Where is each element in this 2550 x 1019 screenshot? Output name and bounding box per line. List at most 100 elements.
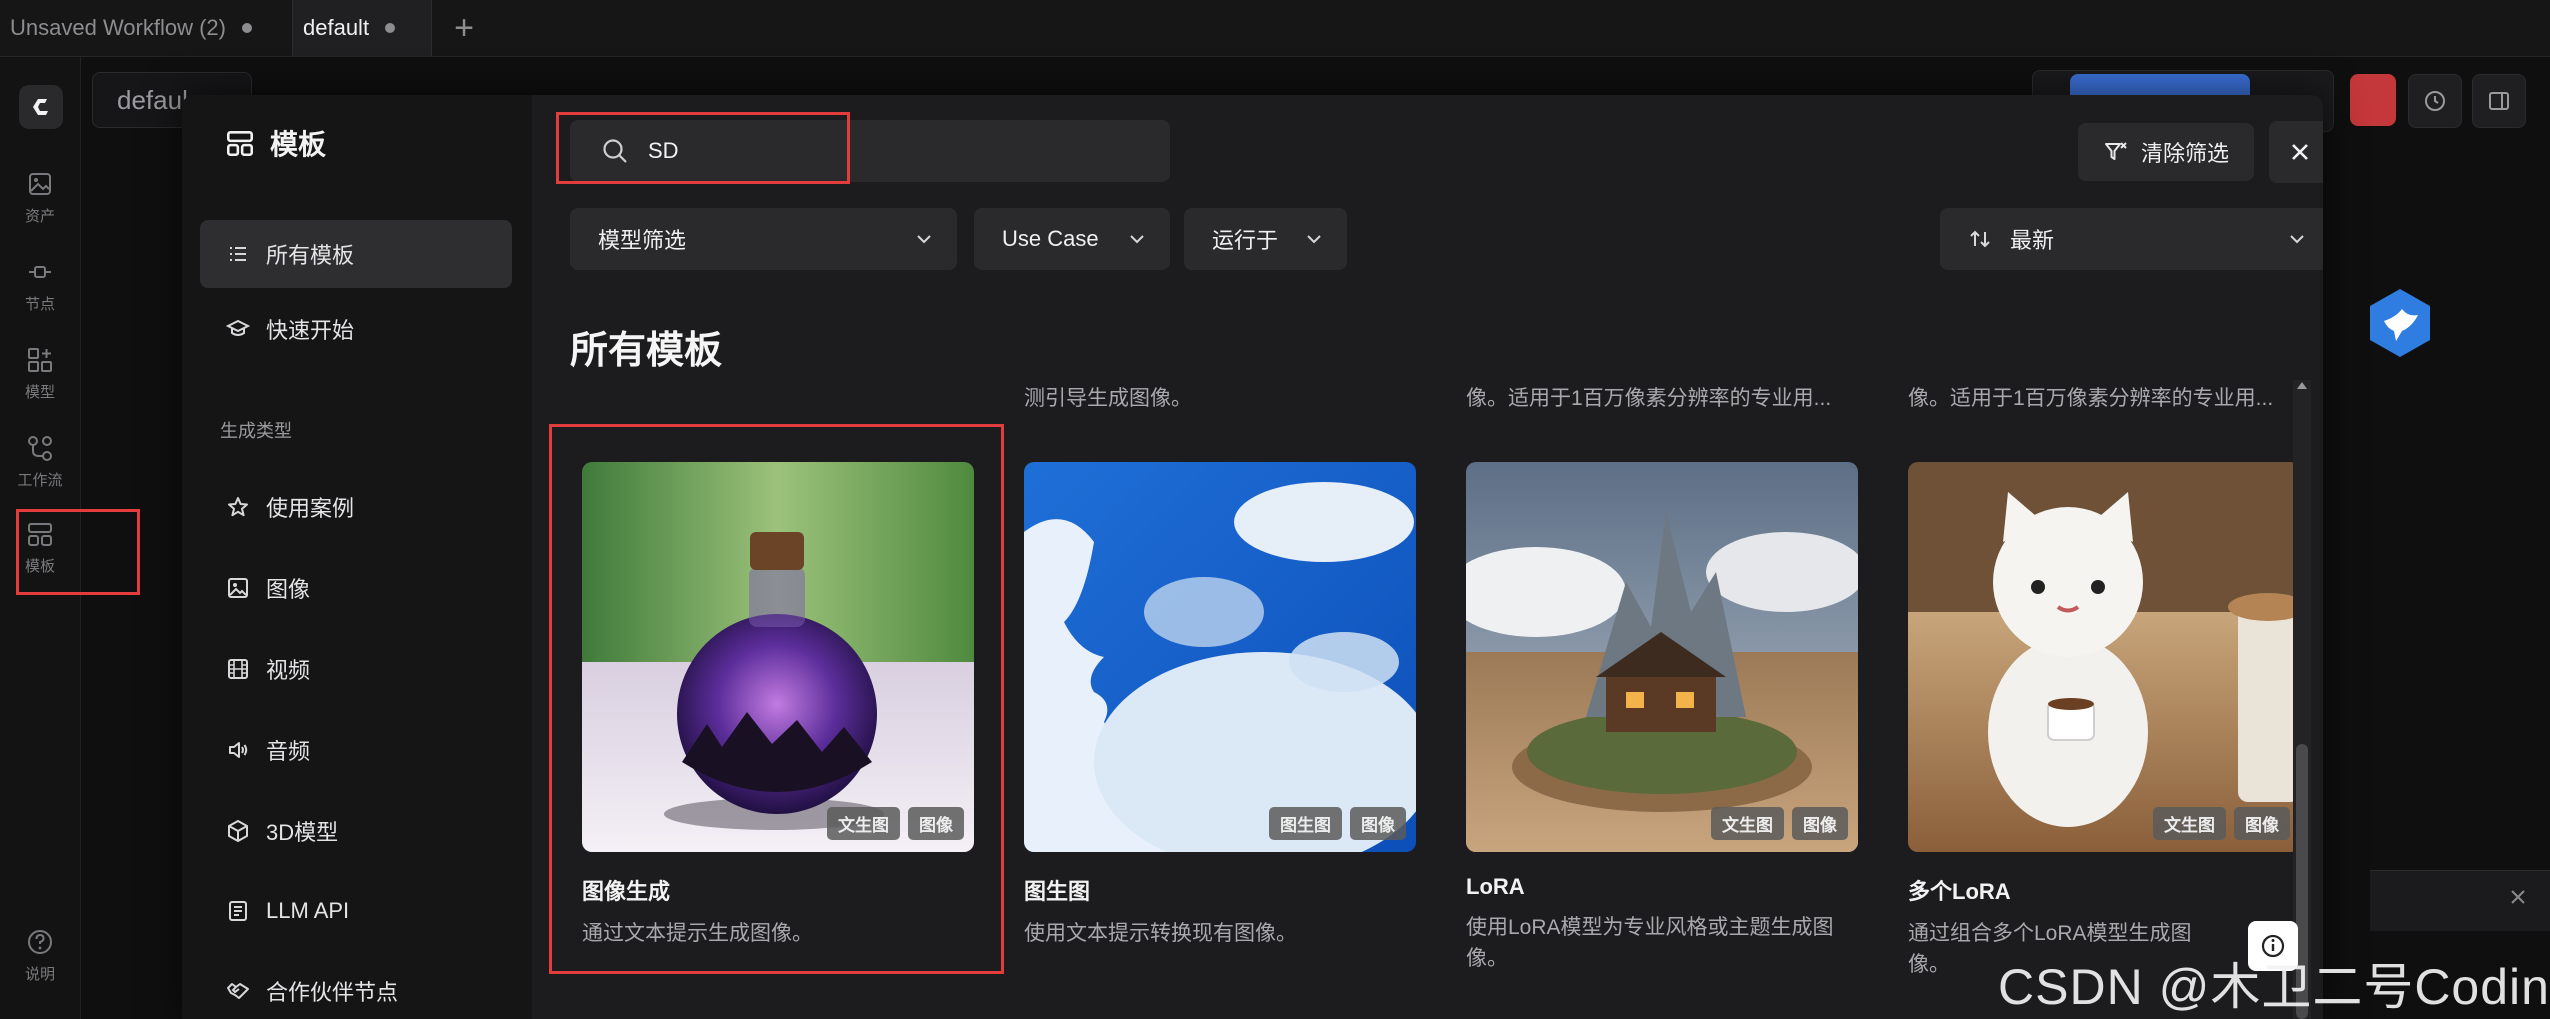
sidebar-panel-icon [2489,92,2509,110]
rail-item-label: 资产 [24,208,55,225]
template-icon [28,523,52,546]
chevron-down-icon [1130,235,1144,244]
tag-badge: 文生图 [2153,807,2226,840]
card-description: 使用文本提示转换现有图像。 [1024,922,1297,945]
rail-item-label: 工作流 [17,472,63,489]
nav-quick-start[interactable]: 快速开始 [200,295,512,363]
app-tab-bar: Unsaved Workflow (2) default + [0,0,2550,57]
app-logo-icon[interactable] [19,85,63,129]
sort-dropdown[interactable]: 最新 [1940,208,2323,270]
card-title: LoRA [1466,874,1525,899]
category-llm-api[interactable]: LLM API [200,877,512,945]
category-label: 视频 [266,658,311,683]
category-video[interactable]: 视频 [200,635,512,703]
search-icon [603,139,627,163]
card-title: 图像生成 [582,879,671,904]
category-label: 使用案例 [266,496,355,521]
template-card-lora[interactable]: 文生图 图像 LoRA 使用LoRA模型为专业风格或主题生成图像。 [1466,462,1858,974]
rail-item-assets[interactable]: 资产 [0,169,80,226]
modal-title-text: 模板 [270,129,327,160]
clear-filters-button[interactable]: 清除筛选 [2078,123,2254,181]
category-partner-nodes[interactable]: 合作伙伴节点 [200,957,512,1019]
rail-item-label: 模板 [24,558,55,575]
left-rail: 资产 节点 模型 工作流 模板 说明 [0,57,81,1019]
workflow-icon [28,436,52,461]
category-use-cases[interactable]: 使用案例 [200,473,512,541]
add-tab-button[interactable]: + [446,10,482,46]
document-icon [229,901,247,921]
unsaved-dot-icon [242,23,252,33]
dropdown-label: 最新 [2010,228,2055,253]
model-filter-dropdown[interactable]: 模型筛选 [570,208,957,270]
chevron-down-icon [1307,235,1321,244]
bird-logo-icon[interactable] [2366,287,2434,359]
rail-item-nodes[interactable]: 节点 [0,257,80,314]
category-heading: 生成类型 [220,421,292,441]
template-card-multiple-lora[interactable]: 文生图 图像 多个LoRA 通过组合多个LoRA模型生成图像。 [1908,462,2300,980]
rail-item-label: 节点 [24,296,55,313]
nav-label: 所有模板 [266,243,355,268]
template-card-image-to-image[interactable]: 图生图 图像 图生图 使用文本提示转换现有图像。 [1024,462,1416,949]
scroll-up-arrow-icon[interactable] [2297,382,2307,389]
rail-item-models[interactable]: 模型 [0,345,80,402]
unsaved-dot-icon [385,23,396,33]
tag-badge: 图像 [908,807,964,840]
star-icon [228,497,248,517]
card-description-truncated: 像。适用于1百万像素分辨率的专业用... [1466,387,1832,410]
section-title: 所有模板 [570,330,723,372]
dropdown-label: 运行于 [1212,228,1279,253]
history-button[interactable] [2408,74,2462,128]
cube-icon [228,820,248,842]
category-label: 图像 [266,577,311,602]
model-icon [28,348,52,372]
tag-group: 文生图 图像 [827,807,964,840]
rail-item-workflows[interactable]: 工作流 [0,433,80,490]
templates-main: 清除筛选 模型筛选 Use Case 运行于 最新 所有模板 测引导生成图像。 … [532,95,2323,1019]
mountain-house-image [1466,462,1858,852]
search-input[interactable] [646,137,950,165]
dropdown-label: Use Case [1002,226,1099,251]
tab-unsaved-workflow[interactable]: Unsaved Workflow (2) [0,0,292,56]
handshake-icon [227,983,249,999]
speaker-icon [229,742,248,758]
graduation-cap-icon [226,319,250,336]
tag-badge: 文生图 [1711,807,1784,840]
template-card-image-generation[interactable]: 文生图 图像 图像生成 通过文本提示生成图像。 [582,462,974,949]
template-thumbnail: 文生图 图像 [582,462,974,852]
tag-badge: 图像 [2234,807,2290,840]
category-image[interactable]: 图像 [200,554,512,622]
close-modal-button[interactable] [2269,121,2323,183]
nav-label: 快速开始 [266,318,355,343]
category-label: 音频 [266,739,311,764]
bottle-galaxy-image [582,462,974,852]
dropdown-label: 模型筛选 [598,228,687,253]
node-icon [29,266,51,278]
rail-item-templates[interactable]: 模板 [0,519,80,576]
cat-figurine-image [1908,462,2300,852]
tag-group: 图生图 图像 [1269,807,1406,840]
clear-filters-label: 清除筛选 [2140,141,2229,166]
nav-all-templates[interactable]: 所有模板 [200,220,512,288]
runs-on-dropdown[interactable]: 运行于 [1184,208,1347,270]
workspace-tab-label: defaul [117,84,188,115]
cloud-face-image [1024,462,1416,852]
category-3d-model[interactable]: 3D模型 [200,797,512,865]
template-icon [226,131,254,157]
tab-default[interactable]: default [292,0,432,56]
image-icon [228,578,248,598]
rail-item-label: 模型 [24,384,55,401]
rail-item-label: 说明 [24,966,55,983]
tab-label: default [303,15,370,40]
category-audio[interactable]: 音频 [200,716,512,784]
rail-item-help[interactable]: 说明 [0,927,80,984]
image-icon [29,173,51,195]
use-case-dropdown[interactable]: Use Case [974,208,1170,270]
card-description-truncated: 像。适用于1百万像素分辨率的专业用... [1908,387,2274,410]
search-box[interactable] [570,120,1170,182]
close-icon[interactable] [2508,887,2528,907]
stop-button[interactable] [2350,74,2396,126]
sort-label-group: 最新 [1968,223,2054,255]
tag-badge: 图生图 [1269,807,1342,840]
panel-toggle-button[interactable] [2472,74,2526,128]
templates-sidebar: 模板 所有模板 快速开始 生成类型 使用案例 图像 视频 音频 3D模型 LLM… [182,95,532,1019]
